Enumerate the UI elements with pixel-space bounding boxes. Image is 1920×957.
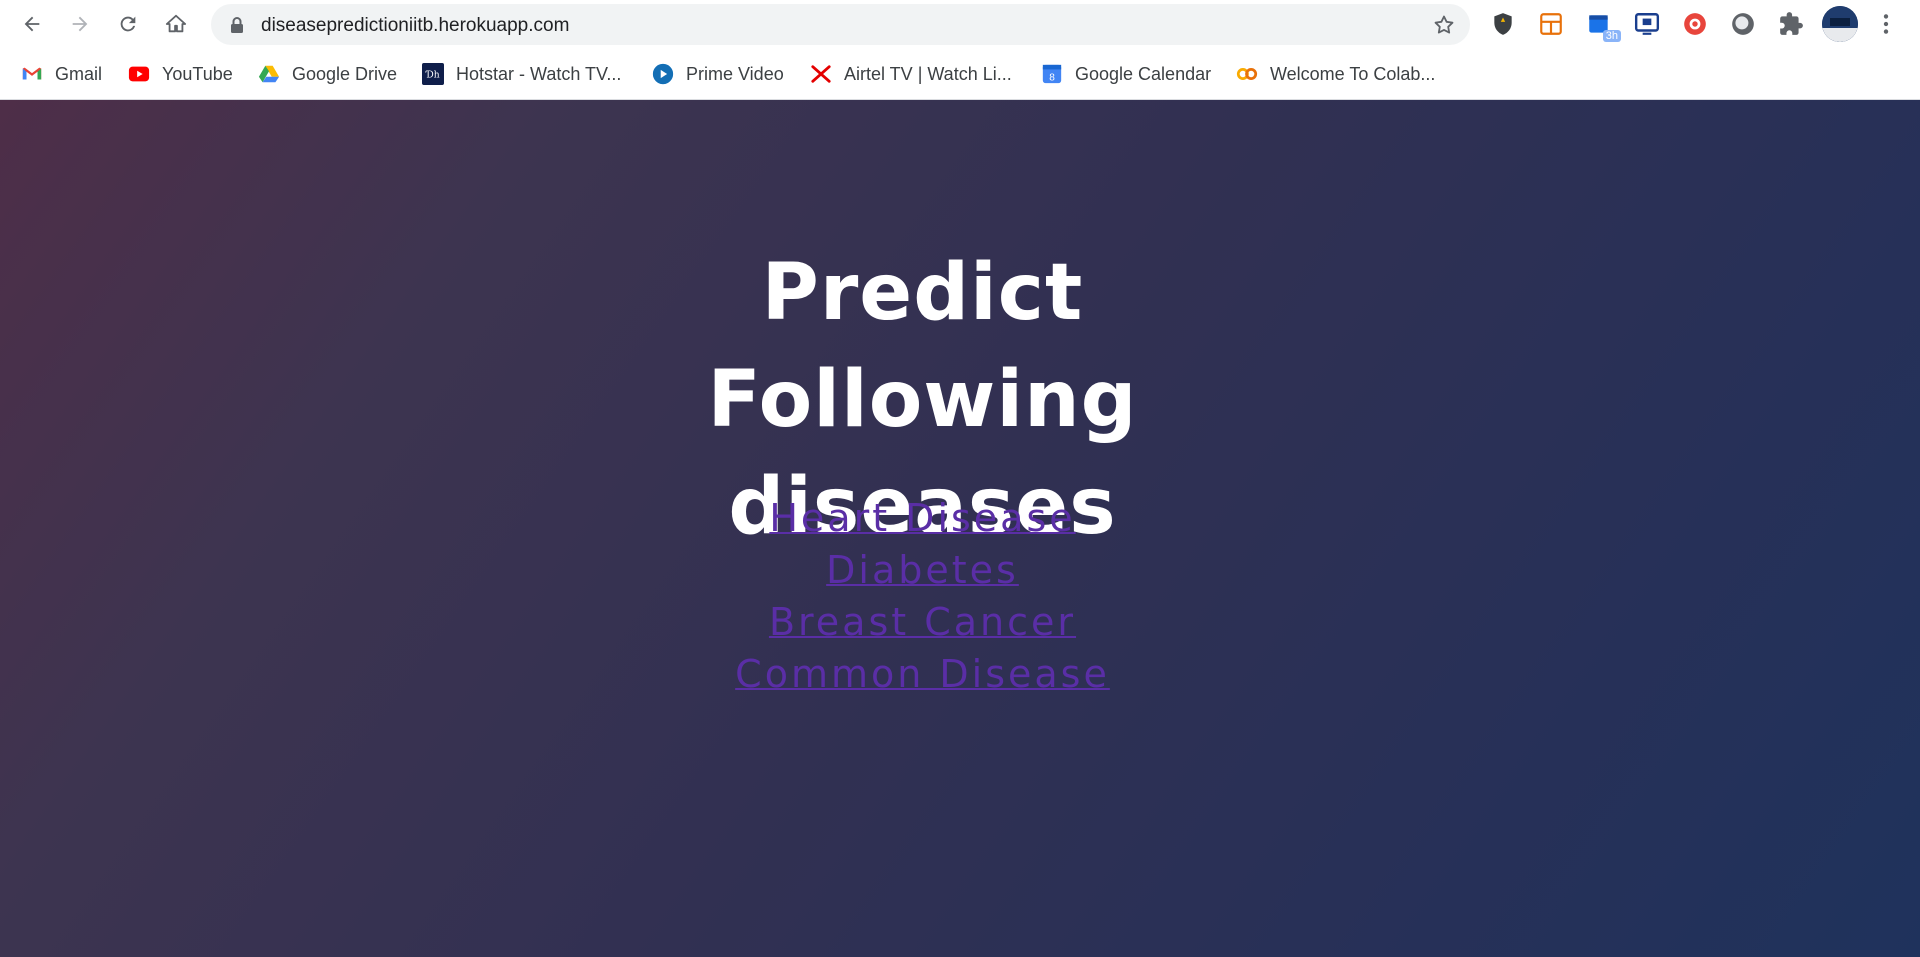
svg-text:8: 8 — [1049, 72, 1055, 83]
record-extension-icon[interactable] — [1679, 8, 1711, 40]
bookmark-google-drive[interactable]: Google Drive — [258, 59, 397, 89]
heart-disease-link[interactable]: Heart Disease — [560, 492, 1285, 544]
diabetes-link[interactable]: Diabetes — [560, 544, 1285, 596]
shield-extension-icon[interactable] — [1487, 8, 1519, 40]
reload-icon — [120, 16, 136, 32]
lock-icon — [231, 17, 243, 33]
home-button[interactable] — [156, 4, 196, 44]
back-button[interactable] — [12, 4, 52, 44]
reload-button[interactable] — [108, 4, 148, 44]
url-text[interactable]: diseasepredictioniitb.herokuapp.com — [261, 15, 569, 37]
page-title-line-1: Predict Following — [707, 248, 1138, 445]
browser-toolbar: diseasepredictioniitb.herokuapp.com 3h — [0, 0, 1920, 49]
puzzle-extensions-icon[interactable] — [1775, 8, 1807, 40]
youtube-icon — [128, 63, 150, 85]
profile-avatar[interactable] — [1822, 6, 1858, 42]
hotstar-icon: Ɗh — [422, 63, 444, 85]
bookmark-prime-video[interactable]: Prime Video — [652, 59, 784, 89]
bookmark-star-icon[interactable] — [1432, 13, 1456, 37]
common-disease-link[interactable]: Common Disease — [560, 648, 1285, 700]
home-icon — [165, 14, 187, 33]
globe-extension-icon[interactable] — [1727, 8, 1759, 40]
bookmark-colab[interactable]: Welcome To Colab... — [1236, 59, 1435, 89]
kebab-menu-icon — [1883, 14, 1889, 34]
forward-arrow-icon — [72, 16, 88, 32]
breast-cancer-link[interactable]: Breast Cancer — [560, 596, 1285, 648]
google-calendar-icon: 8 — [1041, 63, 1063, 85]
bookmark-hotstar[interactable]: Ɗh Hotstar - Watch TV... — [422, 59, 621, 89]
calendar-extension-icon[interactable]: 3h — [1583, 8, 1621, 42]
prime-video-icon — [652, 63, 674, 85]
svg-text:Ɗh: Ɗh — [425, 70, 439, 81]
bookmarks-bar: Gmail YouTube Google Drive Ɗh Hotstar - … — [0, 49, 1920, 100]
grid-extension-icon[interactable] — [1535, 8, 1567, 40]
browser-menu-button[interactable] — [1870, 8, 1902, 40]
address-bar[interactable]: diseasepredictioniitb.herokuapp.com — [211, 4, 1470, 45]
google-drive-icon — [258, 63, 280, 85]
back-arrow-icon — [24, 16, 40, 32]
airtel-icon — [810, 63, 832, 85]
avatar-image-icon — [1822, 6, 1858, 42]
page-content: Predict Following diseases Heart Disease… — [0, 100, 1920, 957]
bookmark-gmail[interactable]: Gmail — [21, 59, 102, 89]
disease-links: Heart Disease Diabetes Breast Cancer Com… — [560, 492, 1285, 700]
bookmark-youtube[interactable]: YouTube — [128, 59, 233, 89]
bookmark-airtel-tv[interactable]: Airtel TV | Watch Li... — [810, 59, 1012, 89]
calendar-badge: 3h — [1602, 30, 1621, 42]
screen-extension-icon[interactable] — [1631, 8, 1663, 40]
gmail-icon — [21, 63, 43, 85]
bookmark-google-calendar[interactable]: 8 Google Calendar — [1041, 59, 1211, 89]
forward-button[interactable] — [60, 4, 100, 44]
colab-icon — [1236, 63, 1258, 85]
